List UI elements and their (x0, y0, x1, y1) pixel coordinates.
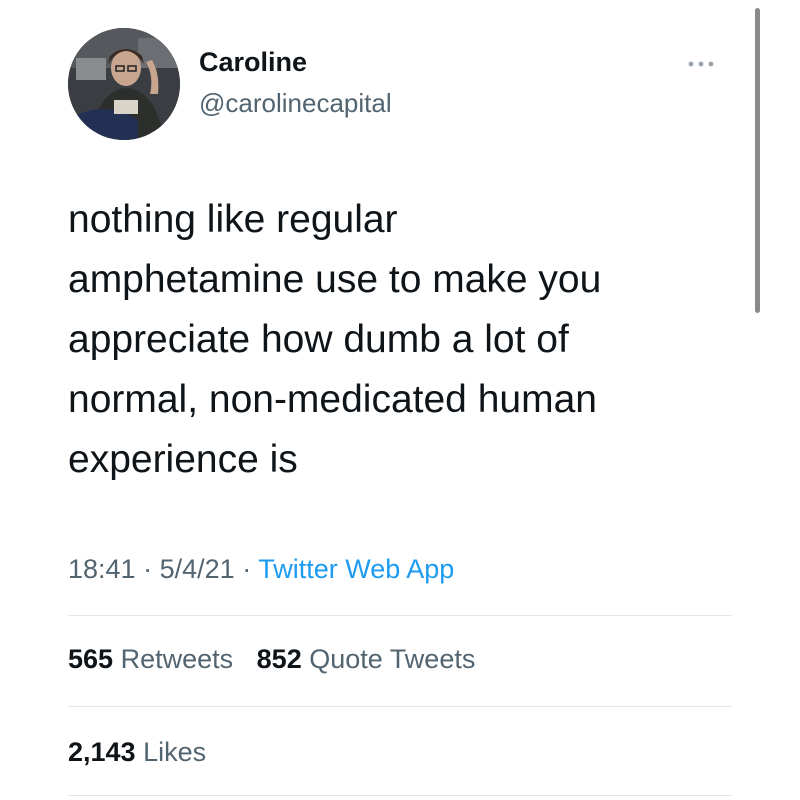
user-handle[interactable]: @carolinecapital (199, 88, 392, 119)
more-dots-icon (688, 61, 714, 67)
more-options-button[interactable] (683, 54, 719, 74)
likes-stat[interactable]: 2,143 Likes (68, 737, 206, 767)
likes-count: 2,143 (68, 737, 136, 767)
quote-tweets-label: Quote Tweets (309, 644, 476, 674)
likes-stats-row: 2,143 Likes (68, 737, 206, 768)
tweet-text-line: amphetamine use to make you (68, 258, 602, 301)
likes-label: Likes (143, 737, 207, 767)
retweets-label: Retweets (120, 644, 234, 674)
divider (68, 706, 732, 707)
engagement-stats-row: 565 Retweets 852 Quote Tweets (68, 644, 475, 675)
tweet-date[interactable]: 5/4/21 (160, 554, 235, 584)
tweet-text-line: normal, non-medicated human (68, 378, 597, 421)
source-link[interactable]: Twitter Web App (258, 554, 454, 584)
tweet-text-line: appreciate how dumb a lot of (68, 318, 569, 361)
profile-photo-icon (68, 28, 180, 140)
tweet-text: nothing like regular amphetamine use to … (68, 190, 738, 490)
tweet-text-line: experience is (68, 438, 298, 481)
meta-separator: · (143, 554, 153, 584)
display-name[interactable]: Caroline (199, 47, 307, 78)
divider (68, 615, 732, 616)
quote-tweets-stat[interactable]: 852 Quote Tweets (257, 644, 476, 674)
tweet-time[interactable]: 18:41 (68, 554, 136, 584)
retweets-stat[interactable]: 565 Retweets (68, 644, 233, 674)
scrollbar[interactable] (755, 8, 760, 313)
tweet-text-line: nothing like regular (68, 198, 398, 241)
quote-tweets-count: 852 (256, 644, 302, 674)
tweet-meta: 18:41 · 5/4/21 · Twitter Web App (68, 554, 454, 585)
retweets-count: 565 (68, 644, 114, 674)
divider (68, 795, 732, 796)
meta-separator: · (242, 554, 252, 584)
avatar[interactable] (68, 28, 180, 140)
